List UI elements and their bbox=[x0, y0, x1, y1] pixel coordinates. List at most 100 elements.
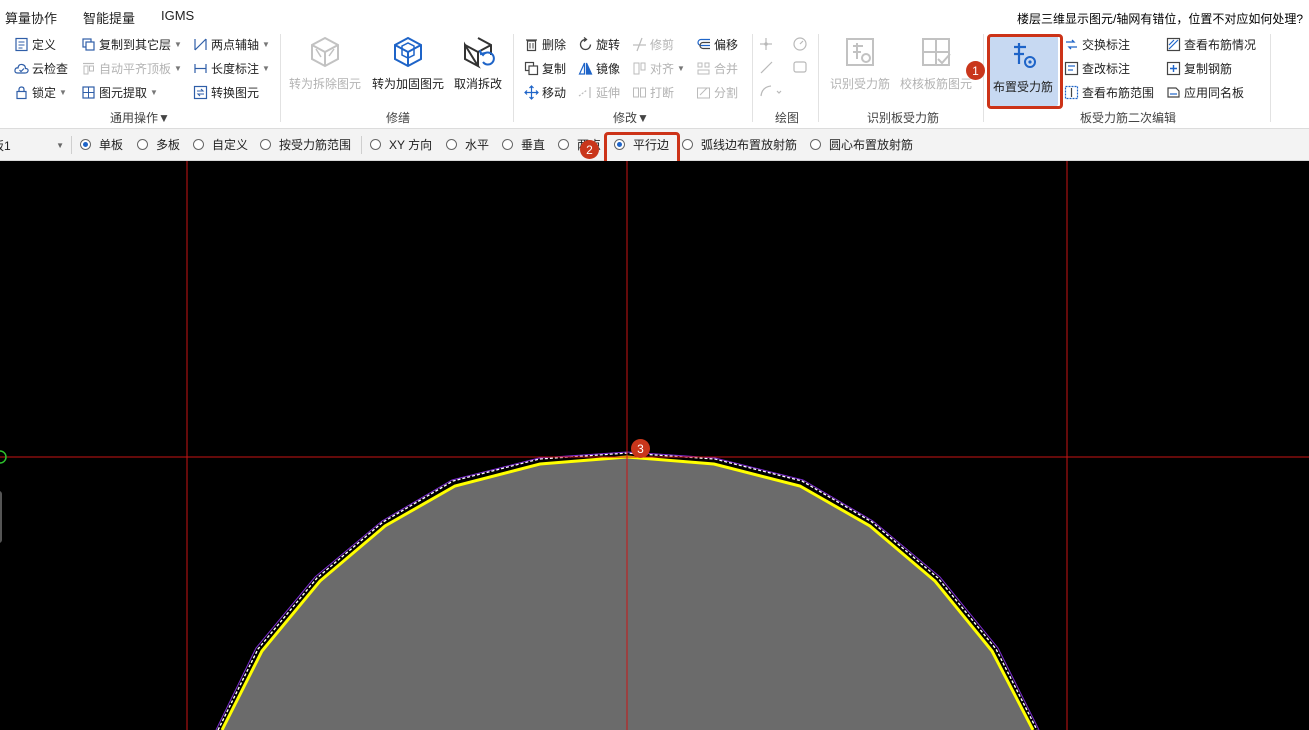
align-icon bbox=[633, 62, 646, 74]
radio-center-radial[interactable]: 圆心布置放射筋 bbox=[810, 136, 913, 153]
ribbon-separator bbox=[513, 34, 514, 122]
group-label-common-ops[interactable]: 通用操作▼ bbox=[110, 109, 170, 126]
convert-element-button[interactable]: 转换图元 bbox=[193, 82, 259, 102]
recognize-bar-button[interactable]: 识别受力筋 bbox=[830, 35, 890, 92]
draw-tools[interactable] bbox=[758, 36, 812, 100]
slab-combo[interactable]: 板1 ▼ bbox=[0, 136, 66, 154]
break-button[interactable]: 打断 bbox=[632, 82, 674, 102]
radio-arc-radial[interactable]: 弧线边布置放射筋 bbox=[682, 136, 797, 153]
radio-vertical[interactable]: 垂直 bbox=[502, 136, 545, 153]
option-bar: 板1 ▼ 单板 多板 自定义 按受力筋范围 XY 方向 水平 垂直 两点 平行边… bbox=[0, 129, 1309, 165]
radio-indicator bbox=[137, 139, 148, 150]
menu-item-smart-extract[interactable]: 智能提量 bbox=[83, 8, 135, 27]
copy-rebar-button[interactable]: 复制钢筋 bbox=[1166, 58, 1232, 78]
radio-indicator bbox=[370, 139, 381, 150]
group-label-recognize: 识别板受力筋 bbox=[867, 111, 940, 125]
group-label-modify[interactable]: 修改▼ bbox=[613, 109, 649, 126]
convert-icon bbox=[193, 85, 208, 99]
radio-indicator bbox=[614, 139, 625, 150]
canvas-drawing bbox=[0, 161, 1309, 730]
mirror-icon bbox=[578, 62, 593, 75]
view-layout-button[interactable]: 查看布筋情况 bbox=[1166, 34, 1256, 54]
menu-bar: 算量协作 智能提量 IGMS 楼层三维显示图元/轴网有错位，位置不对应如何处理? bbox=[0, 0, 1309, 31]
radio-indicator bbox=[502, 139, 513, 150]
help-question-link[interactable]: 楼层三维显示图元/轴网有错位，位置不对应如何处理? bbox=[1017, 10, 1303, 27]
left-edge-handle[interactable] bbox=[0, 491, 2, 543]
swap-mark-button[interactable]: 交换标注 bbox=[1064, 34, 1130, 54]
offset-icon bbox=[697, 38, 710, 49]
ribbon-separator bbox=[818, 34, 819, 122]
menu-item-igms[interactable]: IGMS bbox=[161, 8, 194, 23]
radio-indicator bbox=[682, 139, 693, 150]
callout-badge-1: 1 bbox=[966, 61, 985, 80]
radio-xy-direction[interactable]: XY 方向 bbox=[370, 136, 432, 153]
reinforce-cube-icon bbox=[394, 36, 422, 68]
menu-item-collab[interactable]: 算量协作 bbox=[5, 8, 57, 27]
edit-mark-button[interactable]: 查改标注 bbox=[1064, 58, 1130, 78]
chevron-down-icon: ▼ bbox=[150, 87, 158, 97]
drawing-canvas[interactable]: 3 bbox=[0, 161, 1309, 730]
length-mark-icon bbox=[194, 63, 207, 73]
radio-parallel-edge[interactable]: 平行边 bbox=[614, 136, 669, 153]
two-point-axis-icon bbox=[194, 38, 207, 50]
radio-by-bar-range[interactable]: 按受力筋范围 bbox=[260, 136, 351, 153]
mirror-button[interactable]: 镜像 bbox=[578, 58, 620, 78]
chevron-down-icon: ▼ bbox=[174, 63, 182, 73]
chevron-down-icon: ▼ bbox=[262, 63, 270, 73]
radio-indicator bbox=[260, 139, 271, 150]
rotate-button[interactable]: 旋转 bbox=[578, 34, 620, 54]
trim-button[interactable]: 修剪 bbox=[632, 34, 674, 54]
highlight-place-bar bbox=[987, 34, 1063, 109]
group-label-slab-bar-edit: 板受力筋二次编辑 bbox=[1080, 111, 1177, 125]
merge-button[interactable]: 合并 bbox=[696, 58, 738, 78]
define-button[interactable]: 定义 bbox=[14, 34, 56, 54]
length-mark-button[interactable]: 长度标注 ▼ bbox=[193, 58, 270, 78]
copy-to-layer-button[interactable]: 复制到其它层 ▼ bbox=[81, 34, 182, 54]
view-range-button[interactable]: 查看布筋范围 bbox=[1064, 82, 1154, 102]
extend-button[interactable]: 延伸 bbox=[578, 82, 620, 102]
chevron-down-icon: ▼ bbox=[158, 111, 170, 125]
extract-element-button[interactable]: 图元提取 ▼ bbox=[81, 82, 158, 102]
auto-align-top-button[interactable]: 自动平齐顶板 ▼ bbox=[81, 58, 182, 78]
check-slab-bar-icon bbox=[922, 38, 951, 66]
align-top-icon bbox=[83, 62, 94, 74]
cloud-check-icon bbox=[14, 63, 29, 74]
radio-single-slab[interactable]: 单板 bbox=[80, 136, 123, 153]
trash-icon bbox=[526, 38, 537, 51]
move-icon bbox=[524, 84, 539, 100]
radio-horizontal[interactable]: 水平 bbox=[446, 136, 489, 153]
two-point-axis-button[interactable]: 两点辅轴 ▼ bbox=[193, 34, 270, 54]
to-demolish-button[interactable]: 转为拆除图元 bbox=[289, 35, 361, 92]
rotate-icon bbox=[579, 36, 592, 50]
lock-icon bbox=[16, 85, 27, 99]
apply-same-name-button[interactable]: 应用同名板 bbox=[1166, 82, 1244, 102]
radio-indicator bbox=[558, 139, 569, 150]
view-layout-icon bbox=[1166, 37, 1181, 51]
offset-button[interactable]: 偏移 bbox=[696, 34, 738, 54]
check-slab-bar-button[interactable]: 校核板筋图元 bbox=[900, 35, 972, 92]
callout-badge-3: 3 bbox=[631, 439, 650, 458]
option-separator bbox=[71, 136, 72, 154]
lock-button[interactable]: 锁定 ▼ bbox=[14, 82, 67, 102]
view-range-icon bbox=[1064, 85, 1079, 99]
define-icon bbox=[15, 37, 28, 51]
ribbon-separator bbox=[752, 34, 753, 122]
radio-indicator bbox=[810, 139, 821, 150]
edit-mark-icon bbox=[1064, 61, 1079, 75]
radio-indicator bbox=[193, 139, 204, 150]
radio-multi-slab[interactable]: 多板 bbox=[137, 136, 180, 153]
delete-button[interactable]: 删除 bbox=[524, 34, 566, 54]
cloud-check-button[interactable]: 云检查 bbox=[14, 58, 68, 78]
split-button[interactable]: 分割 bbox=[696, 82, 738, 102]
move-button[interactable]: 移动 bbox=[524, 82, 566, 102]
group-label-repair: 修缮 bbox=[386, 111, 411, 125]
align-button[interactable]: 对齐 ▼ bbox=[632, 58, 685, 78]
copy-button[interactable]: 复制 bbox=[524, 58, 566, 78]
cancel-demolish-icon bbox=[464, 37, 495, 69]
cancel-demolish-button[interactable]: 取消拆改 bbox=[454, 35, 502, 92]
radio-custom[interactable]: 自定义 bbox=[193, 136, 248, 153]
radio-indicator bbox=[446, 139, 457, 150]
to-reinforce-button[interactable]: 转为加固图元 bbox=[372, 35, 444, 92]
break-icon bbox=[633, 87, 646, 97]
chevron-down-icon: ▼ bbox=[677, 63, 685, 73]
